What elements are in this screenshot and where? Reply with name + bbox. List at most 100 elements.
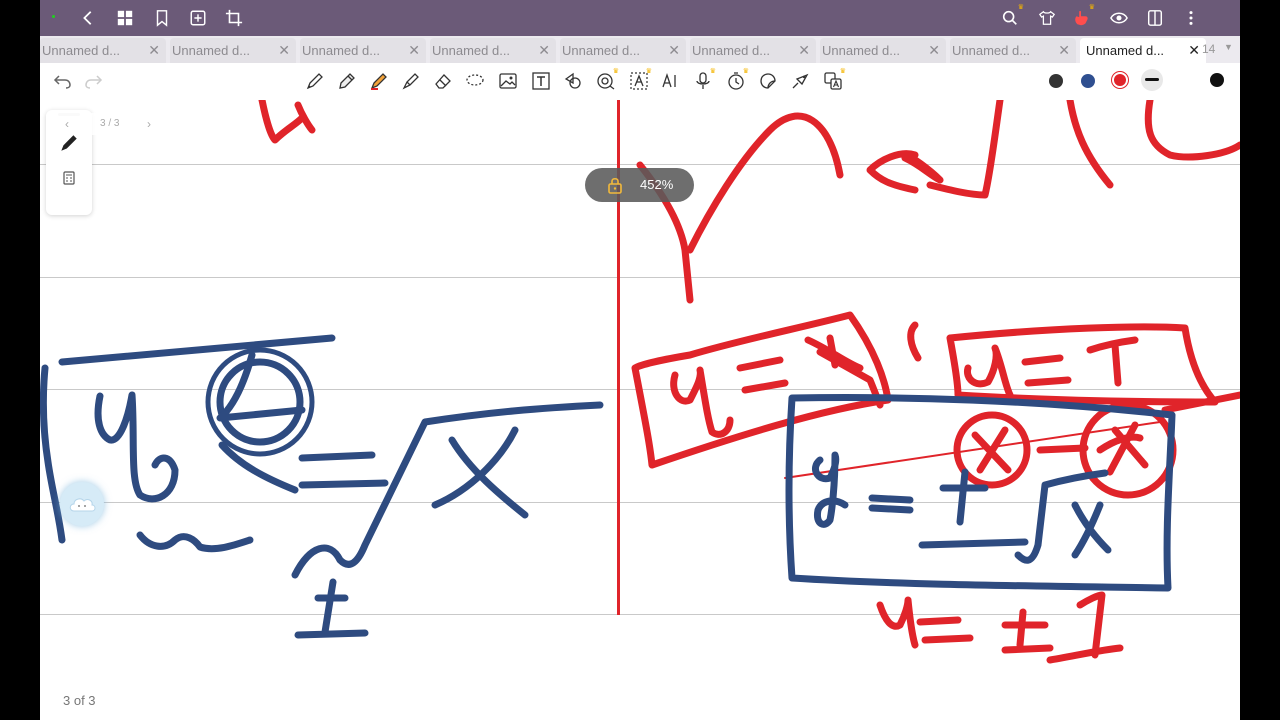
ink-stroke-red [258, 100, 316, 144]
sticker-icon[interactable] [757, 70, 779, 92]
lasso-icon[interactable] [464, 70, 486, 92]
caret-down-icon[interactable]: ▼ [1224, 42, 1233, 52]
search-icon[interactable]: ♛ [998, 4, 1024, 30]
premium-crown-icon: ♛ [839, 68, 846, 75]
ink-stroke-red [1144, 100, 1240, 161]
image-icon[interactable] [497, 70, 519, 92]
color-swatch-blue[interactable] [1081, 74, 1095, 88]
tab-label: Unnamed d... [432, 43, 511, 58]
ink-stroke-blue [205, 347, 315, 457]
quick-calculator-icon[interactable] [61, 170, 77, 186]
grid-icon[interactable] [113, 6, 137, 30]
translate-icon[interactable]: ♛ [822, 68, 846, 92]
close-icon[interactable]: ✕ [798, 42, 810, 59]
hand-gesture-icon[interactable]: ♛ [1069, 4, 1095, 30]
chevron-right-icon[interactable]: › [147, 117, 151, 131]
stroke-width-thick[interactable] [1210, 73, 1224, 87]
pencil-icon[interactable] [336, 70, 358, 92]
redo-icon[interactable] [82, 70, 104, 92]
close-icon[interactable]: ✕ [928, 42, 940, 59]
pen-icon[interactable] [304, 70, 326, 92]
back-icon[interactable] [76, 6, 100, 30]
lock-icon[interactable] [607, 176, 623, 197]
ink-stroke-red [876, 596, 919, 649]
shirt-icon[interactable] [1035, 6, 1059, 30]
ink-stroke-red [916, 616, 974, 644]
ink-stroke-red [1086, 336, 1139, 387]
close-icon[interactable]: ✕ [1188, 42, 1200, 59]
tab-document[interactable]: Unnamed d... ✕ [40, 38, 166, 63]
tab-label: Unnamed d... [822, 43, 901, 58]
microphone-icon[interactable]: ♛ [692, 68, 716, 92]
ink-stroke-blue [431, 426, 529, 519]
tab-label: Unnamed d... [952, 43, 1031, 58]
tab-bar: Unnamed d... ✕ Unnamed d... ✕ Unnamed d...… [40, 36, 1240, 63]
tab-document[interactable]: Unnamed d... ✕ [950, 38, 1076, 63]
tab-document[interactable]: Unnamed d... ✕ [560, 38, 686, 63]
ai-icon[interactable] [660, 70, 682, 92]
split-view-icon[interactable] [1143, 6, 1167, 30]
timer-icon[interactable]: ♛ [725, 68, 749, 92]
ink-stroke-red [736, 356, 789, 394]
text-recognition-icon[interactable]: ♛ [628, 68, 652, 92]
tab-document[interactable]: Unnamed d... ✕ [300, 38, 426, 63]
more-vert-icon[interactable] [1179, 6, 1203, 30]
page-indicator: 3 / 3 [100, 118, 120, 129]
ink-stroke-red [907, 321, 922, 362]
stamp-icon[interactable]: ♛ [595, 68, 619, 92]
tab-document-active[interactable]: Unnamed d... ✕ [1080, 38, 1206, 63]
bookmark-icon[interactable] [150, 6, 174, 30]
text-box-icon[interactable] [530, 70, 552, 92]
close-icon[interactable]: ✕ [1058, 42, 1070, 59]
ink-stroke-red [1046, 591, 1124, 664]
tab-document[interactable]: Unnamed d... ✕ [690, 38, 816, 63]
close-icon[interactable]: ✕ [538, 42, 550, 59]
ink-stroke-blue [94, 391, 179, 503]
close-icon[interactable]: ✕ [278, 42, 290, 59]
tab-document[interactable]: Unnamed d... ✕ [170, 38, 296, 63]
eraser-icon[interactable] [432, 70, 454, 92]
tab-label: Unnamed d... [302, 43, 381, 58]
color-swatch-red-selected[interactable] [1111, 71, 1129, 89]
shapes-icon[interactable] [562, 70, 584, 92]
tab-label: Unnamed d... [42, 43, 121, 58]
top-bar: ♛ ♛ [40, 0, 1240, 36]
tab-document[interactable]: Unnamed d... ✕ [430, 38, 556, 63]
premium-crown-icon: ♛ [645, 68, 652, 75]
tab-count[interactable]: 14 [1202, 42, 1215, 56]
cloud-assistant-icon[interactable] [60, 482, 104, 526]
undo-icon[interactable] [52, 70, 74, 92]
ink-stroke-red [670, 366, 734, 438]
add-page-icon[interactable] [186, 6, 210, 30]
ink-stroke-blue [294, 578, 369, 639]
marker-icon[interactable] [368, 70, 390, 92]
zoom-indicator[interactable]: 452% [585, 168, 694, 202]
ink-stroke-red [1021, 354, 1072, 387]
zoom-level: 452% [640, 177, 674, 192]
ink-stroke-red [963, 344, 1014, 399]
drawing-toolbar: ♛ ♛ ♛ ♛ ♛ [40, 63, 1240, 146]
status-dot [52, 15, 55, 18]
quick-pen-icon[interactable] [58, 132, 80, 154]
crop-icon[interactable] [222, 6, 246, 30]
page-navigator: ‹ 3 / 3 › [50, 113, 162, 135]
ink-stroke-red [1036, 444, 1089, 454]
highlighter-icon[interactable] [400, 70, 422, 92]
tab-document[interactable]: Unnamed d... ✕ [820, 38, 946, 63]
stroke-width-thin-selected[interactable] [1141, 69, 1163, 91]
ink-stroke-blue [868, 494, 914, 514]
premium-crown-icon: ♛ [709, 68, 716, 75]
premium-crown-icon: ♛ [1088, 4, 1095, 11]
premium-crown-icon: ♛ [742, 68, 749, 75]
tab-label: Unnamed d... [172, 43, 251, 58]
laser-pointer-icon[interactable] [789, 70, 811, 92]
close-icon[interactable]: ✕ [668, 42, 680, 59]
premium-crown-icon: ♛ [1017, 4, 1024, 11]
close-icon[interactable]: ✕ [408, 42, 420, 59]
ink-stroke-blue [1071, 501, 1112, 559]
eye-icon[interactable] [1107, 6, 1131, 30]
color-swatch-black[interactable] [1049, 74, 1063, 88]
chevron-left-icon[interactable]: ‹ [65, 117, 69, 131]
premium-crown-icon: ♛ [612, 68, 619, 75]
close-icon[interactable]: ✕ [148, 42, 160, 59]
